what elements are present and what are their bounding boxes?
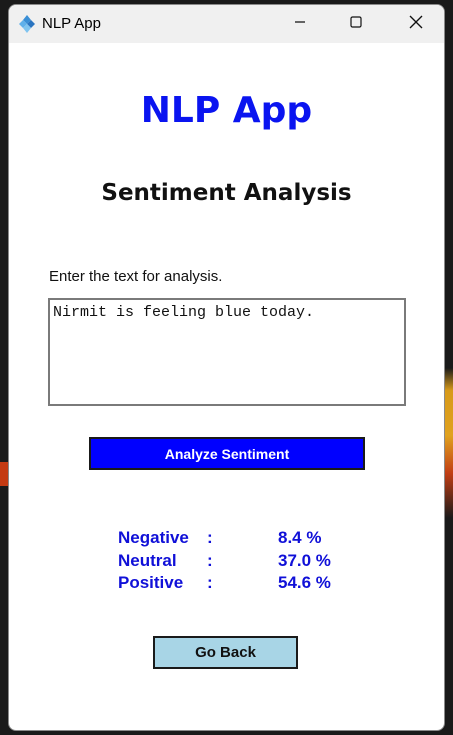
title-bar[interactable]: NLP App [9, 5, 444, 43]
result-colon: : [207, 528, 213, 547]
tkinter-feather-icon [17, 14, 37, 34]
app-title: NLP App [140, 90, 313, 131]
maximize-icon [350, 15, 362, 33]
minimize-icon [294, 15, 306, 33]
app-window: NLP App NLP App Sentiment Analysis Enter… [8, 4, 445, 731]
result-value: 37.0 % [278, 550, 331, 570]
result-value: 54.6 % [278, 573, 331, 592]
result-row-positive: Positive : 54.6 % [118, 573, 368, 596]
minimize-button[interactable] [271, 5, 329, 43]
result-label: Neutral [118, 550, 177, 570]
result-colon: : [207, 550, 213, 570]
result-label: Negative [118, 528, 189, 547]
analyze-sentiment-button[interactable]: Analyze Sentiment [89, 437, 365, 470]
input-label: Enter the text for analysis. [49, 268, 223, 285]
page-subtitle: Sentiment Analysis [101, 180, 352, 206]
sentiment-results: Negative : 8.4 % Neutral : 37.0 % Positi… [118, 528, 368, 596]
maximize-button[interactable] [327, 5, 385, 43]
result-label: Positive [118, 573, 184, 592]
analysis-text-input[interactable]: Nirmit is feeling blue today. [48, 298, 406, 406]
close-button[interactable] [387, 5, 444, 43]
result-row-negative: Negative : 8.4 % [118, 528, 368, 551]
close-icon [409, 15, 423, 34]
result-row-neutral: Neutral : 37.0 % [118, 551, 368, 574]
go-back-button[interactable]: Go Back [153, 636, 298, 669]
app-content: NLP App Sentiment Analysis Enter the tex… [9, 43, 444, 730]
result-colon: : [207, 573, 213, 592]
result-value: 8.4 % [278, 528, 322, 547]
window-title: NLP App [42, 15, 101, 32]
